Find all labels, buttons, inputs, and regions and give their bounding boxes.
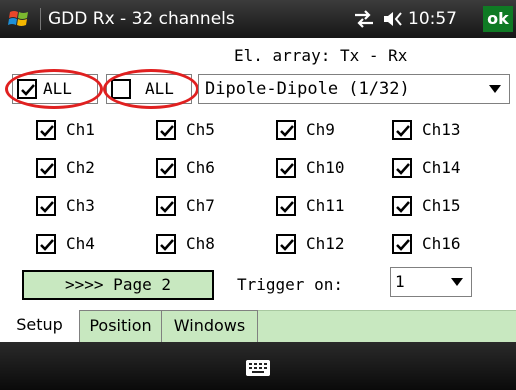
- channel-label: Ch12: [306, 234, 345, 253]
- channel-label: Ch8: [186, 234, 215, 253]
- all-checked-label: ALL: [43, 79, 72, 98]
- trigger-select[interactable]: 1: [390, 267, 472, 297]
- checkmark-icon: [396, 201, 410, 213]
- checkbox-checked[interactable]: [392, 158, 412, 178]
- checkmark-icon: [160, 201, 174, 213]
- checkbox-checked[interactable]: [17, 79, 37, 99]
- checkbox-unchecked[interactable]: [111, 79, 131, 99]
- windows-logo-icon[interactable]: [8, 7, 32, 31]
- trigger-label: Trigger on:: [237, 275, 343, 294]
- connectivity-icon[interactable]: [352, 9, 376, 29]
- window-title: GDD Rx - 32 channels: [48, 9, 235, 29]
- channel-label: Ch4: [66, 234, 95, 253]
- checkbox-checked[interactable]: [36, 196, 56, 216]
- channel-label: Ch9: [306, 120, 335, 139]
- channel-label: Ch5: [186, 120, 215, 139]
- trigger-value: 1: [395, 272, 405, 291]
- checkmark-icon: [160, 163, 174, 175]
- checkmark-icon: [396, 163, 410, 175]
- checkmark-icon: [40, 163, 54, 175]
- checkbox-checked[interactable]: [392, 120, 412, 140]
- checkbox-checked[interactable]: [392, 234, 412, 254]
- checkbox-checked[interactable]: [36, 158, 56, 178]
- checkmark-icon: [21, 84, 35, 96]
- checkbox-checked[interactable]: [276, 120, 296, 140]
- checkbox-checked[interactable]: [36, 120, 56, 140]
- checkmark-icon: [396, 125, 410, 137]
- ok-button[interactable]: ok: [483, 6, 513, 32]
- checkbox-checked[interactable]: [156, 120, 176, 140]
- tab-setup[interactable]: Setup: [0, 310, 80, 342]
- checkbox-checked[interactable]: [36, 234, 56, 254]
- checkbox-checked[interactable]: [276, 196, 296, 216]
- checkbox-checked[interactable]: [276, 234, 296, 254]
- tab-windows[interactable]: Windows: [162, 310, 258, 342]
- all-unchecked-checkbox[interactable]: ALL: [106, 74, 192, 104]
- volume-icon[interactable]: [383, 10, 405, 28]
- checkmark-icon: [280, 239, 294, 251]
- checkmark-icon: [280, 201, 294, 213]
- channel-label: Ch10: [306, 158, 345, 177]
- all-unchecked-label: ALL: [145, 79, 174, 98]
- checkbox-checked[interactable]: [156, 196, 176, 216]
- checkmark-icon: [160, 239, 174, 251]
- checkmark-icon: [40, 201, 54, 213]
- channel-label: Ch2: [66, 158, 95, 177]
- tab-position[interactable]: Position: [80, 310, 162, 342]
- channel-label: Ch13: [422, 120, 461, 139]
- clock-time[interactable]: 10:57: [408, 9, 457, 29]
- checkmark-icon: [280, 125, 294, 137]
- all-checked-checkbox[interactable]: ALL: [12, 74, 98, 104]
- title-bar: GDD Rx - 32 channels 10:57 ok: [0, 0, 516, 38]
- array-type-select[interactable]: Dipole-Dipole (1/32): [198, 74, 510, 104]
- dropdown-arrow-icon: [451, 278, 463, 286]
- keyboard-icon[interactable]: [246, 360, 270, 376]
- checkbox-checked[interactable]: [392, 196, 412, 216]
- channel-label: Ch6: [186, 158, 215, 177]
- checkmark-icon: [40, 239, 54, 251]
- checkmark-icon: [40, 125, 54, 137]
- channel-label: Ch14: [422, 158, 461, 177]
- page-2-button[interactable]: >>>> Page 2: [22, 270, 214, 300]
- channel-label: Ch15: [422, 196, 461, 215]
- checkmark-icon: [280, 163, 294, 175]
- checkbox-checked[interactable]: [156, 158, 176, 178]
- channel-label: Ch11: [306, 196, 345, 215]
- channel-label: Ch3: [66, 196, 95, 215]
- title-separator: [40, 8, 41, 30]
- array-type-value: Dipole-Dipole (1/32): [205, 79, 410, 99]
- checkmark-icon: [160, 125, 174, 137]
- checkmark-icon: [396, 239, 410, 251]
- channel-label: Ch16: [422, 234, 461, 253]
- electrode-array-label: El. array: Tx - Rx: [234, 46, 408, 65]
- channel-label: Ch1: [66, 120, 95, 139]
- checkbox-checked[interactable]: [156, 234, 176, 254]
- dropdown-arrow-icon: [489, 85, 501, 93]
- channel-label: Ch7: [186, 196, 215, 215]
- checkbox-checked[interactable]: [276, 158, 296, 178]
